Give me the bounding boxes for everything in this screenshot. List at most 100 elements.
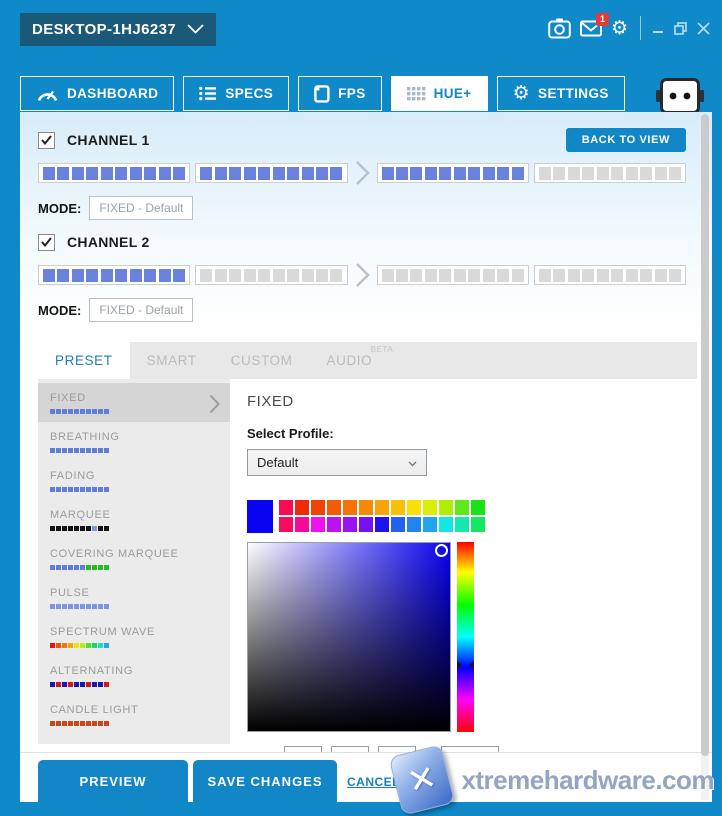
channel-checkbox[interactable] [38, 132, 55, 149]
color-swatch[interactable] [279, 517, 293, 532]
cancel-link[interactable]: CANCEL [347, 775, 400, 789]
mode-item-preview-strip [50, 643, 218, 648]
nav-tab-hue[interactable]: HUE+ [391, 76, 488, 111]
color-picker [247, 542, 697, 732]
mode-item-breathing[interactable]: BREATHING [38, 422, 230, 461]
led-strip[interactable] [377, 265, 529, 285]
color-swatch[interactable] [295, 500, 309, 515]
mode-item-fixed[interactable]: FIXED [38, 383, 230, 422]
xtremehardware-logo-icon: ✕ [389, 744, 456, 815]
color-swatch[interactable] [295, 517, 309, 532]
led-strip[interactable] [38, 265, 190, 285]
mode-item-preview-strip [50, 604, 218, 609]
color-swatch[interactable] [439, 517, 453, 532]
restore-button[interactable] [674, 22, 688, 35]
hue-slider[interactable] [457, 542, 474, 732]
mini-led-square [62, 487, 67, 492]
preset-tab-audio[interactable]: AUDIOBETA [310, 342, 390, 379]
color-swatch[interactable] [279, 500, 293, 515]
mini-led-square [104, 682, 109, 687]
mini-led-square [104, 526, 109, 531]
channel-checkbox[interactable] [38, 234, 55, 251]
preview-button[interactable]: PREVIEW [38, 760, 188, 802]
preset-tab-preset[interactable]: PRESET [38, 342, 130, 379]
hue-pointer-right[interactable] [469, 661, 474, 669]
color-swatch[interactable] [359, 500, 373, 515]
back-to-view-button[interactable]: BACK TO VIEW [566, 128, 686, 152]
color-swatch[interactable] [311, 517, 325, 532]
picker-selector-ring[interactable] [435, 544, 448, 557]
led-square [410, 269, 422, 282]
led-square [287, 167, 299, 180]
gauge-icon [36, 85, 59, 102]
mode-item-covering-marquee[interactable]: COVERING MARQUEE [38, 539, 230, 578]
current-color-swatch[interactable] [247, 500, 273, 533]
led-strip[interactable] [534, 163, 686, 183]
nav-tab-fps[interactable]: FPS [298, 76, 381, 111]
color-swatch[interactable] [327, 517, 341, 532]
save-changes-button[interactable]: SAVE CHANGES [193, 760, 337, 802]
mini-led-square [74, 448, 79, 453]
led-square [454, 269, 466, 282]
led-strip[interactable] [377, 163, 529, 183]
scrollbar-thumb[interactable] [701, 114, 709, 756]
mode-item-alternating[interactable]: ALTERNATING [38, 656, 230, 695]
mini-led-square [56, 409, 61, 414]
color-swatch[interactable] [423, 517, 437, 532]
color-swatch[interactable] [343, 517, 357, 532]
preset-tab-custom[interactable]: CUSTOM [214, 342, 310, 379]
hue-pointer-left[interactable] [457, 661, 462, 669]
profile-dropdown[interactable]: Default [247, 449, 427, 476]
nav-tab-settings[interactable]: ⚙SETTINGS [497, 76, 625, 111]
color-swatch[interactable] [375, 517, 389, 532]
led-square [43, 167, 55, 180]
led-square [330, 269, 342, 282]
minimize-button[interactable] [653, 22, 665, 34]
led-strip[interactable] [195, 265, 347, 285]
color-swatch[interactable] [407, 500, 421, 515]
settings-gear-icon[interactable]: ⚙ [611, 19, 628, 38]
color-swatch[interactable] [455, 500, 469, 515]
led-square [425, 269, 437, 282]
led-strip[interactable] [534, 265, 686, 285]
color-swatch[interactable] [359, 517, 373, 532]
color-swatch[interactable] [455, 517, 469, 532]
mini-led-square [56, 604, 61, 609]
nav-tab-specs[interactable]: SPECS [183, 76, 289, 111]
chevron-down-icon [408, 455, 417, 470]
color-swatch[interactable] [391, 517, 405, 532]
color-swatch[interactable] [327, 500, 341, 515]
nav-tab-dashboard[interactable]: DASHBOARD [20, 76, 174, 111]
saturation-value-picker[interactable] [247, 542, 451, 732]
mini-led-square [86, 643, 91, 648]
color-swatch[interactable] [343, 500, 357, 515]
color-swatch[interactable] [311, 500, 325, 515]
led-strip[interactable] [195, 163, 347, 183]
color-swatch[interactable] [391, 500, 405, 515]
led-strip[interactable] [38, 163, 190, 183]
preset-tab-smart[interactable]: SMART [130, 342, 214, 379]
led-square [439, 269, 451, 282]
mode-item-label: BREATHING [50, 431, 218, 443]
screenshot-camera-icon[interactable] [548, 18, 571, 39]
mode-item-fading[interactable]: FADING [38, 461, 230, 500]
color-swatch[interactable] [375, 500, 389, 515]
color-swatches [247, 500, 697, 533]
close-button[interactable] [697, 22, 710, 35]
led-square [229, 269, 241, 282]
mode-item-label: ALTERNATING [50, 665, 218, 677]
device-selector[interactable]: DESKTOP-1HJ6237 [20, 13, 216, 46]
color-swatch[interactable] [423, 500, 437, 515]
color-swatch[interactable] [439, 500, 453, 515]
messages-mail-icon[interactable]: 1 [580, 20, 602, 37]
scrollbar-track[interactable] [701, 114, 709, 800]
mode-item-spectrum-wave[interactable]: SPECTRUM WAVE [38, 617, 230, 656]
mode-item-marquee[interactable]: MARQUEE [38, 500, 230, 539]
color-swatch[interactable] [407, 517, 421, 532]
led-square [512, 167, 524, 180]
color-swatch[interactable] [471, 517, 485, 532]
mode-item-pulse[interactable]: PULSE [38, 578, 230, 617]
mode-item-candle-light[interactable]: CANDLE LIGHT [38, 695, 230, 734]
color-swatch[interactable] [471, 500, 485, 515]
mini-led-square [68, 448, 73, 453]
